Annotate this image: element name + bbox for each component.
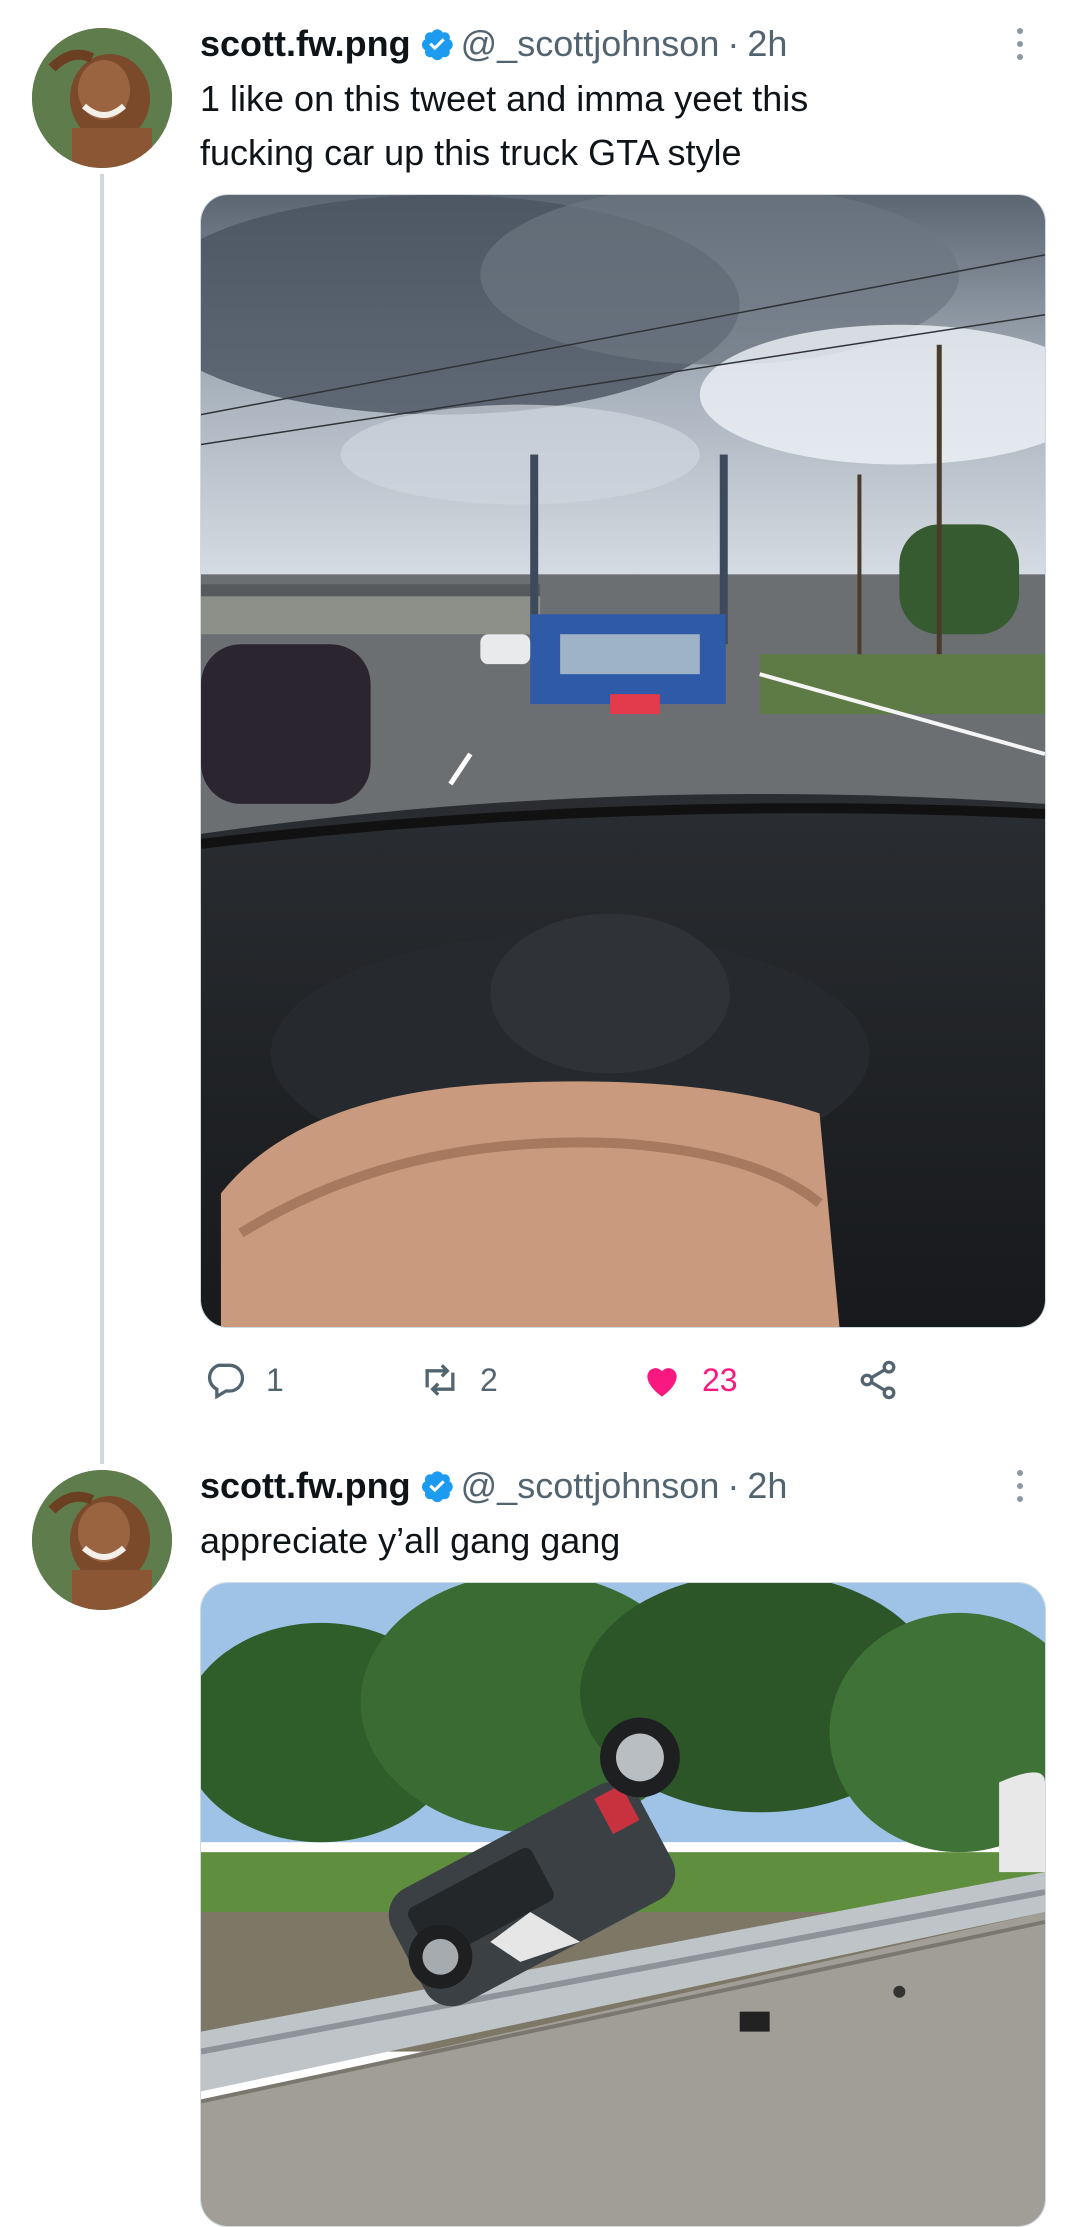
thread-line [100,174,104,1464]
share-icon [860,1360,896,1400]
tweet-actions: 1 2 23 [200,1350,960,1410]
tweet-photo[interactable] [200,1582,1046,2227]
user-handle[interactable]: @_scottjohnson [461,23,720,65]
retweet-button[interactable]: 2 [418,1358,498,1402]
reply-icon [207,1363,245,1400]
tweet-1[interactable]: scott.fw.png @_scottjohnson · 2h 1 like … [0,0,1080,1464]
tweet-text: 1 like on this tweet and imma yeet this … [200,78,809,173]
timestamp[interactable]: 2h [747,1465,787,1507]
user-avatar[interactable] [32,1470,172,1610]
timestamp[interactable]: 2h [747,23,787,65]
heart-filled-icon [647,1368,677,1397]
retweet-icon [425,1364,455,1396]
tweet-text: appreciate y’all gang gang [200,1520,621,1561]
display-name[interactable]: scott.fw.png [200,23,411,65]
like-button[interactable]: 23 [640,1358,738,1402]
user-handle[interactable]: @_scottjohnson [461,1465,720,1507]
more-options-icon[interactable] [1010,1466,1030,1506]
reply-count: 1 [266,1361,284,1398]
more-options-icon[interactable] [1010,24,1030,64]
share-button[interactable] [856,1358,900,1402]
verified-badge-icon [419,26,455,62]
reply-button[interactable]: 1 [204,1358,284,1402]
separator-dot: · [727,1465,740,1506]
tweet-2[interactable]: scott.fw.png @_scottjohnson · 2h appreci… [0,1440,1080,2227]
retweet-count: 2 [480,1361,498,1398]
display-name[interactable]: scott.fw.png [200,1465,411,1507]
tweet-photo[interactable] [200,194,1046,1328]
verified-badge-icon [419,1468,455,1504]
tweet-header: scott.fw.png @_scottjohnson · 2h [200,16,787,72]
separator-dot: · [727,23,740,64]
tweet-header: scott.fw.png @_scottjohnson · 2h [200,1458,787,1514]
like-count: 23 [702,1361,738,1398]
user-avatar[interactable] [32,28,172,168]
